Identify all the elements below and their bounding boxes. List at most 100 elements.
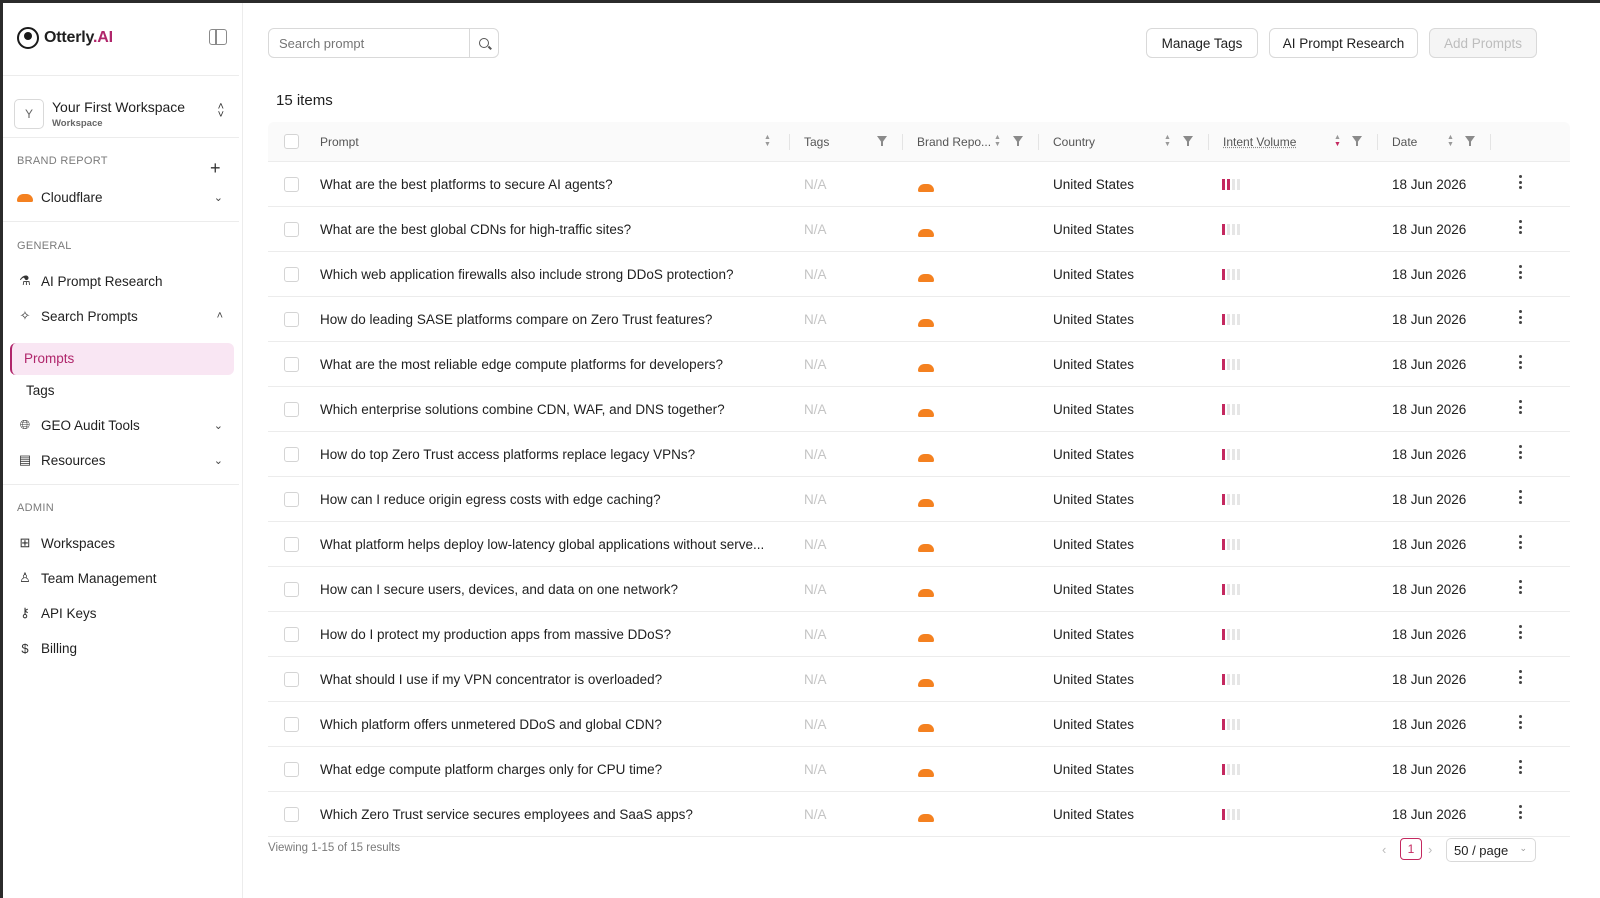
prompt-cell[interactable]: What should I use if my VPN concentrator… (320, 672, 662, 687)
col-intent-volume[interactable]: Intent Volume (1223, 135, 1296, 149)
search-button[interactable] (469, 28, 499, 58)
table-row[interactable]: What are the best platforms to secure AI… (268, 162, 1570, 207)
table-row[interactable]: How do top Zero Trust access platforms r… (268, 432, 1570, 477)
row-checkbox[interactable] (284, 627, 299, 642)
more-actions-icon[interactable] (1518, 355, 1522, 369)
row-checkbox[interactable] (284, 807, 299, 822)
table-row[interactable]: What edge compute platform charges only … (268, 747, 1570, 792)
prompt-cell[interactable]: What are the best global CDNs for high-t… (320, 222, 631, 237)
more-actions-icon[interactable] (1518, 265, 1522, 279)
prompt-cell[interactable]: How can I reduce origin egress costs wit… (320, 492, 661, 507)
nav-resources[interactable]: ▤ Resources ⌄ (17, 446, 233, 474)
table-row[interactable]: Which enterprise solutions combine CDN, … (268, 387, 1570, 432)
table-row[interactable]: How do I protect my production apps from… (268, 612, 1570, 657)
row-checkbox[interactable] (284, 222, 299, 237)
col-date[interactable]: Date (1392, 135, 1417, 149)
table-row[interactable]: How can I secure users, devices, and dat… (268, 567, 1570, 612)
col-tags[interactable]: Tags (804, 135, 829, 149)
nav-prompts[interactable]: Prompts (10, 343, 234, 375)
ai-prompt-research-button[interactable]: AI Prompt Research (1269, 28, 1418, 58)
table-row[interactable]: What are the best global CDNs for high-t… (268, 207, 1570, 252)
prompt-cell[interactable]: Which platform offers unmetered DDoS and… (320, 717, 662, 732)
more-actions-icon[interactable] (1518, 445, 1522, 459)
manage-tags-button[interactable]: Manage Tags (1146, 28, 1258, 58)
more-actions-icon[interactable] (1518, 490, 1522, 504)
next-page-icon[interactable]: › (1428, 842, 1432, 857)
search-input[interactable] (268, 28, 470, 58)
row-checkbox[interactable] (284, 267, 299, 282)
prompt-cell[interactable]: What are the best platforms to secure AI… (320, 177, 613, 192)
prompt-cell[interactable]: How can I secure users, devices, and dat… (320, 582, 678, 597)
row-checkbox[interactable] (284, 402, 299, 417)
more-actions-icon[interactable] (1518, 760, 1522, 774)
nav-tags[interactable]: Tags (26, 383, 55, 398)
more-actions-icon[interactable] (1518, 220, 1522, 234)
table-row[interactable]: Which web application firewalls also inc… (268, 252, 1570, 297)
prompt-cell[interactable]: What edge compute platform charges only … (320, 762, 662, 777)
row-checkbox[interactable] (284, 447, 299, 462)
more-actions-icon[interactable] (1518, 715, 1522, 729)
prompt-cell[interactable]: What are the most reliable edge compute … (320, 357, 723, 372)
more-actions-icon[interactable] (1518, 670, 1522, 684)
more-actions-icon[interactable] (1518, 310, 1522, 324)
more-actions-icon[interactable] (1518, 625, 1522, 639)
more-actions-icon[interactable] (1518, 805, 1522, 819)
add-brand-report-icon[interactable]: + (210, 158, 221, 179)
prev-page-icon[interactable]: ‹ (1382, 842, 1386, 857)
row-checkbox[interactable] (284, 492, 299, 507)
nav-api-keys[interactable]: ⚷ API Keys (17, 599, 233, 627)
row-checkbox[interactable] (284, 537, 299, 552)
row-checkbox[interactable] (284, 312, 299, 327)
sort-icon[interactable]: ▲ ▼ (994, 134, 1001, 148)
more-actions-icon[interactable] (1518, 535, 1522, 549)
prompt-cell[interactable]: What platform helps deploy low-latency g… (320, 537, 764, 552)
prompt-cell[interactable]: How do I protect my production apps from… (320, 627, 671, 642)
nav-geo-audit-tools[interactable]: 🌐︎ GEO Audit Tools ⌄ (17, 411, 233, 439)
row-checkbox[interactable] (284, 582, 299, 597)
prompt-cell[interactable]: Which web application firewalls also inc… (320, 267, 733, 282)
more-actions-icon[interactable] (1518, 400, 1522, 414)
page-size-select[interactable]: 50 / page ⌄ (1446, 838, 1536, 862)
more-actions-icon[interactable] (1518, 580, 1522, 594)
more-actions-icon[interactable] (1518, 175, 1522, 189)
col-country[interactable]: Country (1053, 135, 1095, 149)
filter-icon[interactable] (1352, 136, 1362, 146)
table-row[interactable]: What platform helps deploy low-latency g… (268, 522, 1570, 567)
table-row[interactable]: What should I use if my VPN concentrator… (268, 657, 1570, 702)
table-row[interactable]: How can I reduce origin egress costs wit… (268, 477, 1570, 522)
nav-ai-prompt-research[interactable]: ⚗ AI Prompt Research (17, 267, 233, 295)
nav-search-prompts[interactable]: ✧ Search Prompts ˄ (17, 302, 233, 330)
row-checkbox[interactable] (284, 717, 299, 732)
nav-billing[interactable]: $ Billing (17, 634, 233, 662)
row-checkbox[interactable] (284, 762, 299, 777)
filter-icon[interactable] (1465, 136, 1475, 146)
filter-icon[interactable] (1013, 136, 1023, 146)
sort-icon[interactable]: ▲ ▼ (1164, 134, 1171, 148)
nav-team-management[interactable]: ♙ Team Management (17, 564, 233, 592)
table-row[interactable]: What are the most reliable edge compute … (268, 342, 1570, 387)
workspace-switcher[interactable]: Y Your First Workspace Workspace ˄ ˅ (14, 91, 232, 137)
sort-icon[interactable]: ▲ ▼ (764, 134, 771, 148)
prompt-cell[interactable]: How do top Zero Trust access platforms r… (320, 447, 695, 462)
sort-icon[interactable]: ▲ ▼ (1447, 134, 1454, 148)
row-checkbox[interactable] (284, 177, 299, 192)
sort-desc-icon[interactable]: ▲ ▼ (1334, 134, 1341, 148)
prompt-cell[interactable]: Which Zero Trust service secures employe… (320, 807, 693, 822)
col-brand-report[interactable]: Brand Repo... (917, 135, 991, 149)
sidebar-collapse-icon[interactable] (209, 29, 227, 45)
row-checkbox[interactable] (284, 357, 299, 372)
page-1-button[interactable]: 1 (1400, 838, 1422, 860)
prompt-cell[interactable]: Which enterprise solutions combine CDN, … (320, 402, 725, 417)
row-checkbox[interactable] (284, 672, 299, 687)
filter-icon[interactable] (877, 136, 887, 146)
app-logo[interactable]: Otterly.AI (17, 25, 113, 51)
prompt-cell[interactable]: How do leading SASE platforms compare on… (320, 312, 712, 327)
col-prompt[interactable]: Prompt (320, 135, 359, 149)
add-prompts-button[interactable]: Add Prompts (1429, 28, 1537, 58)
table-row[interactable]: Which platform offers unmetered DDoS and… (268, 702, 1570, 747)
brand-selector[interactable]: Cloudflare ⌄ (17, 183, 233, 211)
nav-workspaces[interactable]: ⊞ Workspaces (17, 529, 233, 557)
table-row[interactable]: How do leading SASE platforms compare on… (268, 297, 1570, 342)
table-row[interactable]: Which Zero Trust service secures employe… (268, 792, 1570, 837)
filter-icon[interactable] (1183, 136, 1193, 146)
